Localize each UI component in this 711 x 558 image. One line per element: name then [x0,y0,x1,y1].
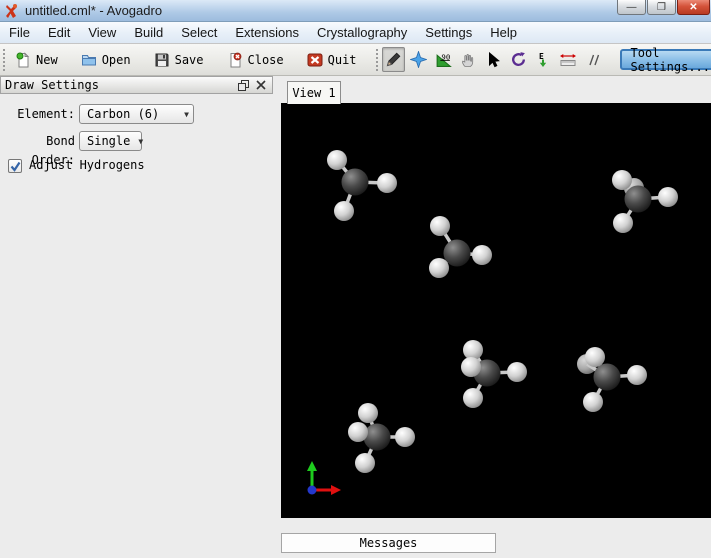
navigate-tool-button[interactable] [407,47,430,72]
chevron-down-icon: ▼ [138,136,144,146]
menu-file[interactable]: File [0,23,39,42]
avogadro-app-icon [6,3,17,18]
tool-buttons: 90 E [381,47,606,72]
bond-order-combobox[interactable]: Single ▼ [79,131,144,151]
auto-rotate-tool-button[interactable] [507,47,530,72]
menu-build[interactable]: Build [125,23,172,42]
methane-molecule-1[interactable] [327,150,397,221]
menu-edit[interactable]: Edit [39,23,79,42]
measure-tool-button[interactable] [557,47,580,72]
methane-molecule-6[interactable] [348,403,415,473]
align-tool-button[interactable] [582,47,605,72]
menu-extensions[interactable]: Extensions [226,23,308,42]
open-button[interactable]: Open [74,49,138,71]
file-toolbar: New Open Save Close Quit [8,49,373,71]
ruler-icon [559,52,577,68]
maximize-button[interactable]: ❐ [647,0,676,15]
chevron-down-icon: ▼ [184,109,189,119]
new-button[interactable]: New [8,49,65,71]
close-panel-icon[interactable] [254,79,268,91]
draw-settings-header[interactable]: Draw Settings [0,76,273,94]
tool-settings-button[interactable]: Tool Settings... [619,46,711,74]
minimize-button[interactable]: — [617,0,646,15]
new-button-label: New [36,52,58,67]
draw-settings-panel: Draw Settings Element: Carbon (6) ▼ Bond… [0,76,278,558]
menu-crystallography[interactable]: Crystallography [308,23,416,42]
menu-settings[interactable]: Settings [416,23,481,42]
title-bar: untitled.cml* - Avogadro — ❐ ✕ [0,0,711,22]
pencil-icon [385,51,402,68]
methane-molecule-4[interactable] [461,340,527,408]
navigate-star-icon [409,51,427,68]
open-button-label: Open [101,52,131,67]
angle-90-icon: 90 [435,51,452,68]
rotate-icon [510,51,527,68]
menubar: File Edit View Build Select Extensions Crystal… [0,22,711,44]
toolbar: New Open Save Close Quit 90 E Tool Settings..… [0,44,711,76]
adjust-hydrogens-checkbox[interactable] [8,159,22,173]
tab-messages[interactable]: Messages [281,533,496,553]
close-button[interactable]: ✕ [677,0,710,15]
close-document-icon [227,52,243,68]
window-title: untitled.cml* - Avogadro [25,3,163,18]
quit-button-label: Quit [327,52,357,67]
bond-order-value: Single [87,134,131,148]
manipulate-tool-button[interactable] [457,47,480,72]
toolbar-grip-2[interactable] [375,48,378,71]
close-button[interactable]: Close [220,49,291,71]
methane-molecule-2[interactable] [612,170,678,233]
adjust-hydrogens-label: Adjust Hydrogens [29,158,145,172]
methane-molecule-3[interactable] [429,216,492,278]
open-folder-icon [81,52,97,68]
cursor-arrow-icon [485,51,501,68]
menu-view[interactable]: View [79,23,125,42]
toolbar-grip[interactable] [3,48,5,71]
draw-tool-button[interactable] [381,47,405,72]
check-icon [10,161,20,172]
save-floppy-icon [154,52,170,68]
menu-select[interactable]: Select [172,23,226,42]
align-lines-icon [585,52,601,68]
bond-centric-tool-button[interactable]: 90 [432,47,455,72]
hand-icon [460,52,476,68]
element-combobox[interactable]: Carbon (6) ▼ [79,104,194,124]
new-document-icon [15,51,31,68]
quit-button[interactable]: Quit [300,49,364,71]
save-button[interactable]: Save [147,49,211,71]
gl-viewport[interactable] [281,103,711,518]
element-label: Element: [17,107,75,121]
tab-view-1[interactable]: View 1 [287,81,341,104]
selection-tool-button[interactable] [482,47,505,72]
methane-molecule-5[interactable] [577,347,647,412]
float-panel-icon[interactable] [236,79,250,91]
menu-help[interactable]: Help [481,23,526,42]
auto-optimize-tool-button[interactable]: E [532,47,555,72]
tool-settings-label: Tool Settings... [630,45,711,74]
optimize-e-icon: E [535,52,551,68]
window-controls: — ❐ ✕ [617,0,710,15]
draw-settings-title: Draw Settings [5,78,99,92]
messages-tab-label: Messages [359,536,418,550]
molecule-scene [327,150,678,473]
save-button-label: Save [174,52,204,67]
element-value: Carbon (6) [87,107,160,121]
close-button-label: Close [247,52,284,67]
view-tab-label: View 1 [292,86,336,100]
quit-icon [307,52,323,68]
axis-indicator [307,461,341,495]
